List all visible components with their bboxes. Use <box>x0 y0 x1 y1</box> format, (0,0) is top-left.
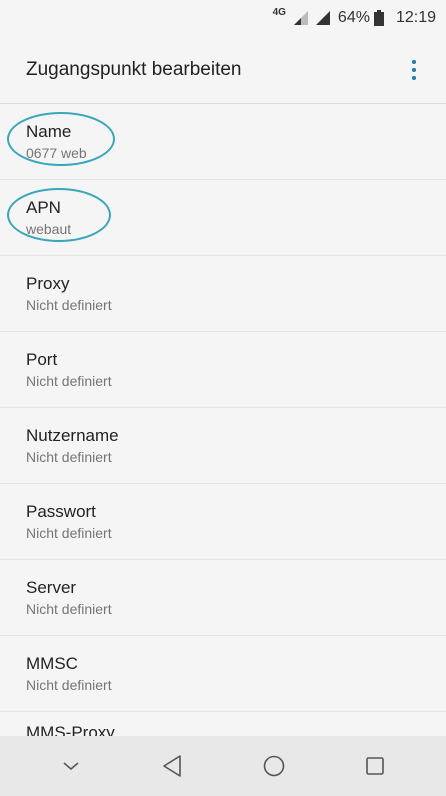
pref-item-name[interactable]: Name 0677 web <box>0 104 446 180</box>
pref-summary: Nicht definiert <box>26 296 112 313</box>
pref-item-apn[interactable]: APN webaut <box>0 180 446 256</box>
pref-title: Server <box>26 577 77 597</box>
pref-item-mms-proxy[interactable]: MMS-Proxy <box>0 712 446 736</box>
menu-dot <box>412 75 416 80</box>
home-circle-icon[interactable] <box>252 744 296 788</box>
pref-item-port[interactable]: Port Nicht definiert <box>0 332 446 408</box>
clock: 12:19 <box>395 9 436 26</box>
pref-summary: Nicht definiert <box>26 676 112 693</box>
pref-item-username[interactable]: Nutzername Nicht definiert <box>0 408 446 484</box>
pref-item-server[interactable]: Server Nicht definiert <box>0 560 446 636</box>
signal-strength-icon <box>314 10 332 26</box>
pref-item-mmsc[interactable]: MMSC Nicht definiert <box>0 636 446 712</box>
pref-summary: Nicht definiert <box>26 372 112 389</box>
pref-summary: webaut <box>26 220 72 237</box>
pref-summary: Nicht definiert <box>26 448 112 465</box>
pref-title: Passwort <box>26 501 96 521</box>
overflow-menu-icon[interactable] <box>400 50 428 90</box>
pref-summary: Nicht definiert <box>26 524 112 541</box>
apn-edit-screen: 4G 64% 12:19 Zugangspunkt bearbeiten Nam… <box>0 0 446 796</box>
menu-dot <box>412 67 416 72</box>
pref-title: Nutzername <box>26 425 119 445</box>
chevron-down-icon[interactable] <box>49 744 93 788</box>
apn-settings-list: Name 0677 web APN webaut Proxy Nicht def… <box>0 104 446 736</box>
pref-title: MMS-Proxy <box>26 723 115 736</box>
status-bar: 4G 64% 12:19 <box>0 0 446 36</box>
navigation-bar <box>0 736 446 796</box>
pref-title: MMSC <box>26 653 78 673</box>
app-bar: Zugangspunkt bearbeiten <box>0 36 446 104</box>
recents-square-icon[interactable] <box>353 744 397 788</box>
pref-title: Name <box>26 121 72 141</box>
pref-title: APN <box>26 197 61 217</box>
pref-summary: Nicht definiert <box>26 600 112 617</box>
back-triangle-icon[interactable] <box>150 744 194 788</box>
pref-title: Proxy <box>26 273 70 293</box>
pref-item-password[interactable]: Passwort Nicht definiert <box>0 484 446 560</box>
menu-dot <box>412 59 416 64</box>
battery-percent: 64% <box>337 9 370 26</box>
page-title: Zugangspunkt bearbeiten <box>26 58 242 80</box>
pref-summary: 0677 web <box>26 144 87 161</box>
network-type-label: 4G <box>272 7 286 18</box>
pref-item-proxy[interactable]: Proxy Nicht definiert <box>0 256 446 332</box>
pref-title: Port <box>26 349 58 369</box>
signal-icon <box>292 10 310 26</box>
battery-icon <box>373 10 384 26</box>
